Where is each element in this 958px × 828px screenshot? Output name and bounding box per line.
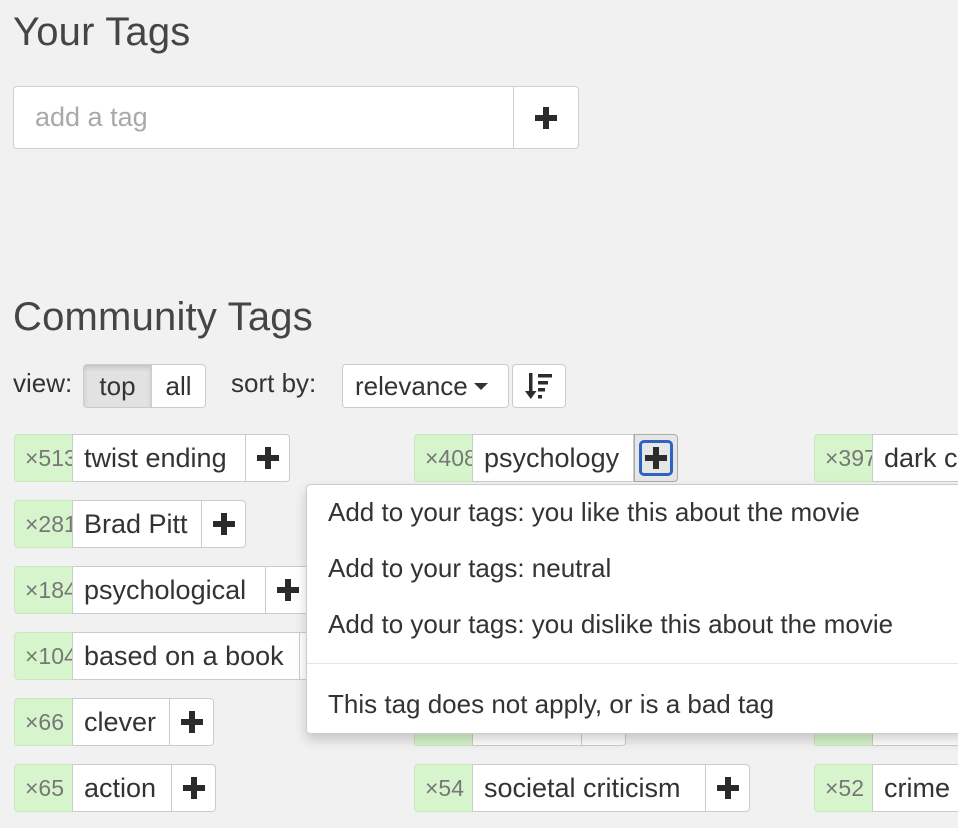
tag-count: ×54 bbox=[414, 764, 472, 812]
tag-chip: ×65 action bbox=[14, 764, 216, 812]
tag-chip: ×52 crime bbox=[814, 764, 958, 812]
sort-direction-button[interactable] bbox=[512, 364, 566, 408]
your-tags-title: Your Tags bbox=[13, 10, 191, 54]
tag-count: ×104 bbox=[14, 632, 72, 680]
tag-name[interactable]: twist ending bbox=[72, 434, 246, 482]
caret-down-icon bbox=[473, 382, 488, 390]
tag-name[interactable]: societal criticism bbox=[472, 764, 706, 812]
tag-count: ×281 bbox=[14, 500, 72, 548]
plus-icon bbox=[212, 513, 235, 535]
community-tags-title: Community Tags bbox=[13, 295, 313, 339]
tag-name[interactable]: action bbox=[72, 764, 172, 812]
plus-icon bbox=[716, 777, 739, 799]
tag-count: ×65 bbox=[14, 764, 72, 812]
plus-icon bbox=[276, 579, 299, 601]
tag-name[interactable]: clever bbox=[72, 698, 170, 746]
tag-chip: ×66 clever bbox=[14, 698, 214, 746]
menu-item-bad-tag[interactable]: This tag does not apply, or is a bad tag bbox=[328, 689, 774, 720]
tag-count: ×408 bbox=[414, 434, 472, 482]
tag-add-button[interactable] bbox=[706, 764, 750, 812]
tag-chip: ×104 based on a book bbox=[14, 632, 344, 680]
tag-action-menu: Add to your tags: you like this about th… bbox=[306, 484, 958, 734]
tag-add-button[interactable] bbox=[202, 500, 246, 548]
tag-count: ×184 bbox=[14, 566, 72, 614]
tag-chip: ×408 psychology bbox=[414, 434, 678, 482]
tag-count: ×52 bbox=[814, 764, 872, 812]
view-top-button[interactable]: top bbox=[83, 364, 152, 408]
menu-item-like[interactable]: Add to your tags: you like this about th… bbox=[328, 497, 860, 528]
plus-icon bbox=[645, 447, 667, 469]
tag-name[interactable]: Brad Pitt bbox=[72, 500, 202, 548]
plus-icon bbox=[535, 106, 557, 129]
view-label: view: bbox=[13, 368, 73, 398]
menu-item-neutral[interactable]: Add to your tags: neutral bbox=[328, 553, 611, 584]
add-tag-group bbox=[13, 86, 579, 149]
tag-add-button[interactable] bbox=[246, 434, 290, 482]
plus-icon bbox=[256, 447, 279, 469]
tag-add-button[interactable] bbox=[170, 698, 214, 746]
sort-select[interactable]: relevance bbox=[342, 364, 509, 408]
menu-divider bbox=[307, 663, 958, 664]
tag-chip: ×184 psychological bbox=[14, 566, 310, 614]
sort-label: sort by: bbox=[231, 368, 317, 398]
menu-item-dislike[interactable]: Add to your tags: you dislike this about… bbox=[328, 609, 893, 640]
tag-count: ×397 bbox=[814, 434, 872, 482]
add-tag-button[interactable] bbox=[513, 86, 579, 149]
view-all-button[interactable]: all bbox=[152, 364, 206, 408]
sort-select-value: relevance bbox=[355, 370, 468, 401]
tag-add-button[interactable] bbox=[634, 434, 678, 482]
plus-icon bbox=[182, 777, 205, 799]
tag-chip: ×397 dark c bbox=[814, 434, 958, 482]
sort-descending-icon bbox=[525, 373, 552, 399]
tag-name[interactable]: psychological bbox=[72, 566, 266, 614]
tag-name[interactable]: psychology bbox=[472, 434, 634, 482]
focus-ring bbox=[639, 440, 673, 476]
plus-icon bbox=[180, 711, 203, 733]
tag-chip: ×281 Brad Pitt bbox=[14, 500, 246, 548]
tag-name[interactable]: crime bbox=[872, 764, 958, 812]
add-tag-input[interactable] bbox=[13, 86, 513, 149]
view-toggle-group: top all bbox=[83, 364, 206, 408]
tag-chip: ×54 societal criticism bbox=[414, 764, 750, 812]
tag-count: ×66 bbox=[14, 698, 72, 746]
tag-add-button[interactable] bbox=[172, 764, 216, 812]
tag-name[interactable]: dark c bbox=[872, 434, 958, 482]
tag-count: ×513 bbox=[14, 434, 72, 482]
tag-add-button[interactable] bbox=[266, 566, 310, 614]
tag-chip: ×513 twist ending bbox=[14, 434, 290, 482]
tag-name[interactable]: based on a book bbox=[72, 632, 300, 680]
